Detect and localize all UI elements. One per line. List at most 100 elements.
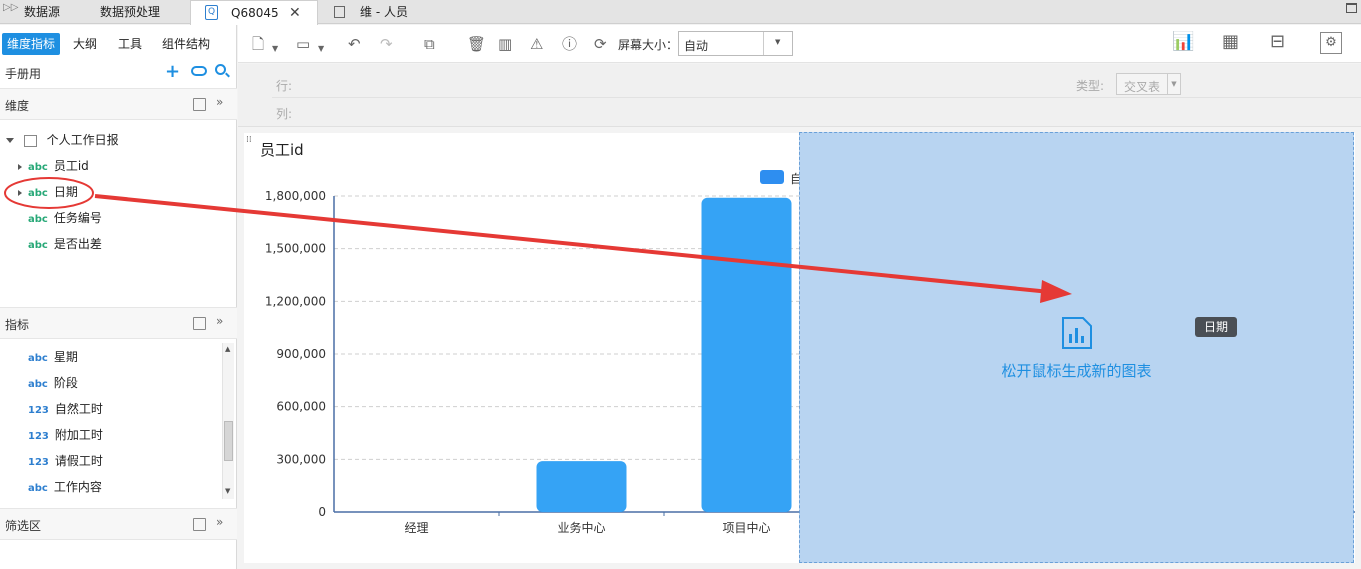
number-type-icon: 123 <box>28 405 49 416</box>
subtab-tools[interactable]: 工具 <box>113 33 147 55</box>
dimension-item-employee-id[interactable]: abc 员工id <box>18 156 89 176</box>
measure-item-natural-hours[interactable]: 123 自然工时 <box>28 399 103 419</box>
text-type-icon: abc <box>28 353 48 364</box>
drop-hint: 松开鼠标生成新的图表 <box>1001 362 1152 380</box>
tab-q68045[interactable]: Q Q68045 ✕ <box>190 0 318 25</box>
sort-icon[interactable] <box>193 317 206 330</box>
column-label: 列: <box>276 107 293 121</box>
sort-icon[interactable] <box>193 518 206 531</box>
bar <box>701 197 792 512</box>
undo-icon[interactable]: ↶ <box>348 35 361 53</box>
search-icon-handle <box>225 72 230 78</box>
item-label: 任务编号 <box>53 211 102 225</box>
tab-preprocessing[interactable]: 数据预处理 <box>100 0 180 24</box>
x-tick-label: 业务中心 <box>557 520 605 535</box>
row-column-zone: 行: 列: 类型: 交叉表 ▼ <box>238 64 1361 127</box>
text-type-icon: abc <box>28 240 48 251</box>
text-type-icon: abc <box>28 188 48 199</box>
chart-view-icon[interactable]: 📊 <box>1172 33 1194 51</box>
collapse-icon[interactable]: » <box>216 95 223 109</box>
hide-panel-icon[interactable]: ⊟ <box>1270 33 1285 51</box>
add-icon[interactable]: + <box>165 61 180 82</box>
maximize-icon[interactable] <box>1346 3 1357 13</box>
link-icon[interactable] <box>191 66 207 76</box>
filter-section-header: 筛选区 » <box>0 508 237 540</box>
type-label: 类型: <box>1076 79 1105 93</box>
query-icon: Q <box>205 5 218 20</box>
main-toolbar: 🗋 ▼ ▭ ▼ ↶ ↷ ⧉ 🗑 ▥ ⚠ ⓘ ⟳ 屏幕大小： 自动 ▼ 📊 ▦ ⊟… <box>238 25 1361 63</box>
y-tick-label: 300,000 <box>276 452 326 466</box>
section-title: 筛选区 <box>5 519 42 533</box>
warning-icon[interactable]: ⚠ <box>530 35 543 53</box>
chevron-down-icon[interactable]: ▼ <box>272 40 278 58</box>
tab-datasource[interactable]: 数据源 <box>24 0 90 24</box>
screen-size-select[interactable]: 自动 ▼ <box>678 31 793 56</box>
bar <box>536 461 627 512</box>
measure-item-leave-hours[interactable]: 123 请假工时 <box>28 451 103 471</box>
item-label: 员工id <box>53 159 89 173</box>
measure-item-extra-hours[interactable]: 123 附加工时 <box>28 425 103 445</box>
text-type-icon: abc <box>28 162 48 173</box>
number-type-icon: 123 <box>28 431 49 442</box>
y-tick-label: 1,500,000 <box>265 242 326 256</box>
item-label: 工作内容 <box>53 480 102 494</box>
dimension-item-task-number[interactable]: abc 任务编号 <box>28 208 102 228</box>
y-tick-label: 0 <box>318 505 326 519</box>
measure-item-stage[interactable]: abc 阶段 <box>28 373 78 393</box>
number-type-icon: 123 <box>28 457 49 468</box>
subtab-component-structure[interactable]: 组件结构 <box>157 33 215 55</box>
delete-icon[interactable]: 🗑 <box>467 35 486 53</box>
grid-view-icon[interactable]: ▦ <box>1222 33 1239 51</box>
gear-icon[interactable]: ⚙ <box>1320 32 1342 54</box>
collapse-icon[interactable]: » <box>216 314 223 328</box>
close-icon[interactable]: ✕ <box>289 1 301 25</box>
layout-icon[interactable]: ▥ <box>498 35 512 53</box>
dimension-item-business-trip[interactable]: abc 是否出差 <box>28 234 102 254</box>
tree-root[interactable]: 个人工作日报 <box>6 130 119 150</box>
select-divider <box>763 32 764 55</box>
item-label: 是否出差 <box>53 237 102 251</box>
subtab-outline[interactable]: 大纲 <box>68 33 102 55</box>
table-icon <box>334 6 345 18</box>
tab-label: 维 - 人员 <box>360 5 408 19</box>
scrollbar-thumb[interactable] <box>224 421 233 461</box>
type-select[interactable]: 交叉表 ▼ <box>1116 73 1181 95</box>
redo-icon[interactable]: ↷ <box>380 35 393 53</box>
expand-icon <box>18 163 22 170</box>
scrollbar[interactable]: ▲ ▼ <box>222 343 234 499</box>
refresh-icon[interactable]: ⟳ <box>594 35 607 53</box>
expand-arrows-icon[interactable]: ▷▷ <box>3 2 18 13</box>
expand-icon <box>18 189 22 196</box>
scroll-up-icon[interactable]: ▲ <box>225 345 230 353</box>
x-tick-label: 经理 <box>404 521 428 535</box>
item-label: 附加工时 <box>54 428 103 442</box>
tab-dimension-person[interactable]: 维 - 人员 <box>330 0 430 24</box>
scroll-down-icon[interactable]: ▼ <box>225 487 230 495</box>
save-icon[interactable]: ▭ <box>296 35 310 53</box>
collapse-icon[interactable]: » <box>216 515 223 529</box>
measure-item-work-content[interactable]: abc 工作内容 <box>28 477 102 497</box>
info-icon[interactable]: ⓘ <box>562 35 577 53</box>
tree-root-label: 个人工作日报 <box>46 133 119 147</box>
section-title: 维度 <box>5 99 30 113</box>
subtab-dimension-measure[interactable]: 维度指标 <box>2 33 61 55</box>
item-label: 阶段 <box>53 376 78 390</box>
y-tick-label: 1,800,000 <box>265 189 326 203</box>
new-file-icon[interactable]: 🗋 <box>252 35 264 53</box>
sort-icon[interactable] <box>193 98 206 111</box>
drop-zone-overlay[interactable]: 松开鼠标生成新的图表 日期 <box>799 132 1354 563</box>
tab-label: Q68045 <box>231 6 279 20</box>
chevron-down-icon[interactable]: ▼ <box>318 40 324 58</box>
y-tick-label: 1,200,000 <box>265 294 326 308</box>
panel-subtabs: 维度指标 大纲 工具 组件结构 <box>0 25 236 63</box>
x-tick-label: 项目中心 <box>722 520 770 535</box>
dimension-item-date[interactable]: abc 日期 <box>18 182 78 202</box>
plugin-icon[interactable]: ⧉ <box>424 35 435 53</box>
tab-label: 数据预处理 <box>100 5 161 19</box>
table-icon <box>23 134 37 147</box>
item-label: 请假工时 <box>54 454 103 468</box>
chevron-down-icon: ▼ <box>775 38 781 46</box>
item-label: 星期 <box>53 350 78 364</box>
document-tab-bar: ▷▷ 数据源 数据预处理 Q Q68045 ✕ 维 - 人员 <box>0 0 1361 25</box>
measure-item-weekday[interactable]: abc 星期 <box>28 347 78 367</box>
